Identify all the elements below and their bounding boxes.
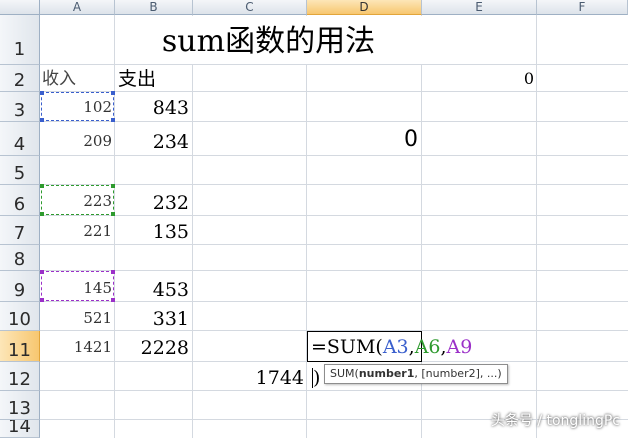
- row-header-12[interactable]: 12: [0, 362, 40, 391]
- cell-b10[interactable]: 331: [115, 302, 189, 331]
- row-header-10[interactable]: 10: [0, 302, 40, 331]
- reference-marquee-a9: [41, 271, 114, 301]
- cell-b11[interactable]: 2228: [115, 331, 189, 362]
- cell-b7[interactable]: 135: [115, 216, 189, 245]
- row-header-2[interactable]: 2: [0, 65, 40, 92]
- column-header-a[interactable]: A: [40, 0, 115, 15]
- formula-prefix: =SUM(: [311, 336, 383, 358]
- reference-marquee-a6: [41, 185, 114, 215]
- column-header-b[interactable]: B: [115, 0, 193, 15]
- cell-a11[interactable]: 1421: [40, 331, 112, 362]
- tooltip-current-argument[interactable]: number1: [359, 367, 415, 380]
- cell-b9[interactable]: 453: [115, 271, 189, 302]
- row-header-11[interactable]: 11: [0, 331, 40, 362]
- row-header-7[interactable]: 7: [0, 216, 40, 245]
- cell-b6[interactable]: 232: [115, 185, 189, 216]
- marquee-handle[interactable]: [40, 184, 44, 188]
- row-header-13[interactable]: 13: [0, 391, 40, 420]
- tooltip-rest: , [number2], ...): [414, 367, 502, 380]
- row-header-4[interactable]: 4: [0, 122, 40, 156]
- marquee-handle[interactable]: [40, 298, 44, 302]
- marquee-handle[interactable]: [40, 212, 44, 216]
- row-header-1[interactable]: 1: [0, 15, 40, 65]
- column-header-c[interactable]: C: [193, 0, 307, 15]
- gridline: [536, 15, 537, 438]
- sheet-title[interactable]: sum函数的用法: [115, 16, 422, 64]
- cell-a10[interactable]: 521: [40, 302, 112, 331]
- row-header-3[interactable]: 3: [0, 92, 40, 122]
- gridline: [40, 390, 628, 391]
- row-header-8[interactable]: 8: [0, 245, 40, 271]
- formula-ref-a6[interactable]: A6: [415, 336, 441, 358]
- cell-b3[interactable]: 843: [115, 92, 189, 122]
- reference-marquee-a3: [41, 92, 114, 121]
- income-header[interactable]: 收入: [42, 66, 76, 92]
- formula-ref-a3[interactable]: A3: [383, 336, 409, 358]
- expense-header[interactable]: 支出: [118, 66, 156, 92]
- row-header-6[interactable]: 6: [0, 185, 40, 216]
- column-header-e[interactable]: E: [422, 0, 537, 15]
- spreadsheet-grid: A B C D E F 1 2 3 4 5 6 7 8 9 10 11 12 1…: [0, 0, 628, 438]
- formula-ref-a9[interactable]: A9: [447, 336, 473, 358]
- marquee-handle[interactable]: [111, 118, 115, 122]
- marquee-handle[interactable]: [111, 91, 115, 95]
- row-header-5[interactable]: 5: [0, 156, 40, 185]
- cell-a4[interactable]: 209: [40, 122, 112, 156]
- cell-c12[interactable]: 1744: [193, 362, 304, 391]
- row-header-14[interactable]: 14: [0, 420, 40, 438]
- marquee-handle[interactable]: [40, 91, 44, 95]
- tooltip-function: SUM(: [330, 367, 359, 380]
- watermark: 头条号 / tonglingPc: [490, 413, 620, 429]
- marquee-handle[interactable]: [40, 118, 44, 122]
- function-argument-tooltip[interactable]: SUM(number1, [number2], ...): [324, 364, 508, 384]
- formula-suffix: ): [313, 367, 321, 389]
- marquee-handle[interactable]: [111, 298, 115, 302]
- marquee-handle[interactable]: [111, 184, 115, 188]
- gridline: [306, 15, 307, 438]
- row-header-9[interactable]: 9: [0, 271, 40, 302]
- cell-a7[interactable]: 221: [40, 216, 112, 245]
- gridline: [40, 64, 628, 65]
- select-all-corner[interactable]: [0, 0, 40, 15]
- cell-b4[interactable]: 234: [115, 122, 189, 156]
- cell-e2[interactable]: 0: [422, 66, 534, 92]
- cell-d4[interactable]: 0: [307, 122, 418, 156]
- column-header-f[interactable]: F: [537, 0, 628, 15]
- marquee-handle[interactable]: [111, 212, 115, 216]
- formula-edit-cell-d11[interactable]: =SUM(A3,A6,A9): [307, 331, 472, 389]
- marquee-handle[interactable]: [40, 270, 44, 274]
- column-header-d[interactable]: D: [307, 0, 422, 15]
- marquee-handle[interactable]: [111, 270, 115, 274]
